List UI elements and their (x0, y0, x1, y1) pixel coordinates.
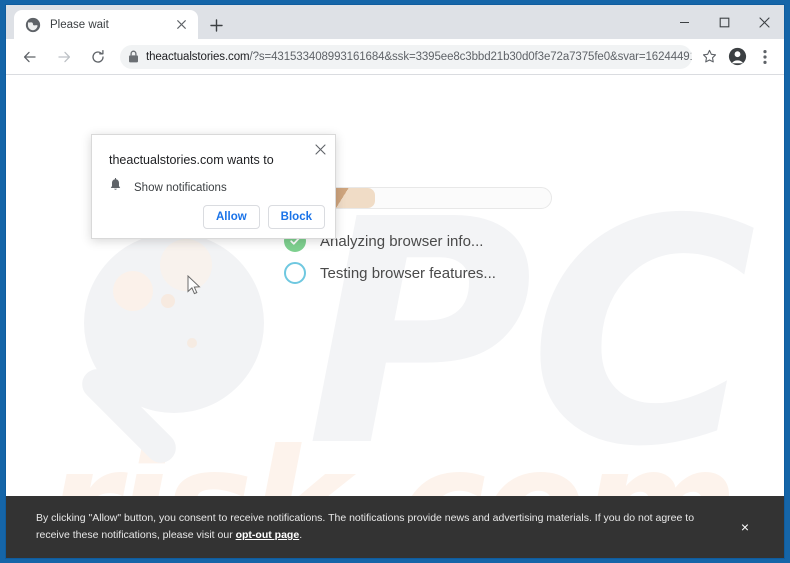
banner-close-icon[interactable]: × (736, 518, 754, 536)
status-step: Testing browser features... (284, 257, 496, 289)
allow-button[interactable]: Allow (203, 205, 260, 229)
maximize-icon[interactable] (704, 5, 744, 39)
mouse-cursor (187, 275, 201, 295)
back-arrow-icon[interactable] (16, 43, 44, 71)
globe-icon (25, 17, 41, 33)
tab-title: Please wait (50, 18, 109, 31)
three-dot-menu-icon[interactable] (752, 44, 778, 70)
empty-circle-icon (284, 262, 306, 284)
permission-label: Show notifications (134, 181, 227, 194)
close-icon[interactable] (744, 5, 784, 39)
consent-text-part2: . (299, 529, 303, 541)
consent-banner: By clicking "Allow" button, you consent … (6, 496, 784, 558)
new-tab-button[interactable] (205, 14, 227, 36)
consent-text-part1: By clicking "Allow" button, you consent … (36, 511, 695, 541)
star-icon[interactable] (696, 44, 722, 70)
forward-arrow-icon[interactable] (50, 43, 78, 71)
permission-row: Show notifications (109, 177, 227, 197)
magnifying-glass-graphic (82, 233, 264, 463)
tab-close-icon[interactable] (172, 16, 190, 34)
opt-out-page-link[interactable]: opt-out page (236, 529, 300, 541)
browser-tab[interactable]: Please wait (14, 10, 198, 39)
dialog-actions: Allow Block (203, 205, 325, 229)
browser-toolbar: theactualstories.com/?s=4315334089931616… (6, 39, 784, 75)
notification-permission-dialog: theactualstories.com wants to Show notif… (91, 134, 336, 239)
close-icon[interactable] (310, 139, 330, 159)
minimize-icon[interactable] (664, 5, 704, 39)
browser-window: Please wait theactualstories.com/?s=4315… (0, 0, 790, 563)
address-bar[interactable]: theactualstories.com/?s=4315334089931616… (120, 44, 692, 69)
lock-icon (120, 50, 146, 63)
page-viewport: PC risk.com Analyzing browser info... Te… (6, 75, 784, 558)
browser-window-inner: Please wait theactualstories.com/?s=4315… (5, 4, 785, 559)
title-bar: Please wait (6, 5, 784, 39)
url-host: theactualstories.com (146, 50, 250, 63)
status-step-label: Testing browser features... (320, 264, 496, 282)
status-step-label: Analyzing browser info... (320, 232, 484, 250)
block-button[interactable]: Block (267, 205, 325, 229)
address-bar-url: theactualstories.com/?s=4315334089931616… (146, 51, 692, 63)
bell-icon (109, 177, 122, 197)
window-controls (664, 5, 784, 39)
url-query: /?s=431533408993161684&ssk=3395ee8c3bbd2… (249, 50, 692, 63)
consent-banner-text: By clicking "Allow" button, you consent … (36, 510, 716, 545)
dialog-title: theactualstories.com wants to (109, 153, 274, 167)
profile-avatar-icon[interactable] (724, 44, 750, 70)
reload-icon[interactable] (84, 43, 112, 71)
